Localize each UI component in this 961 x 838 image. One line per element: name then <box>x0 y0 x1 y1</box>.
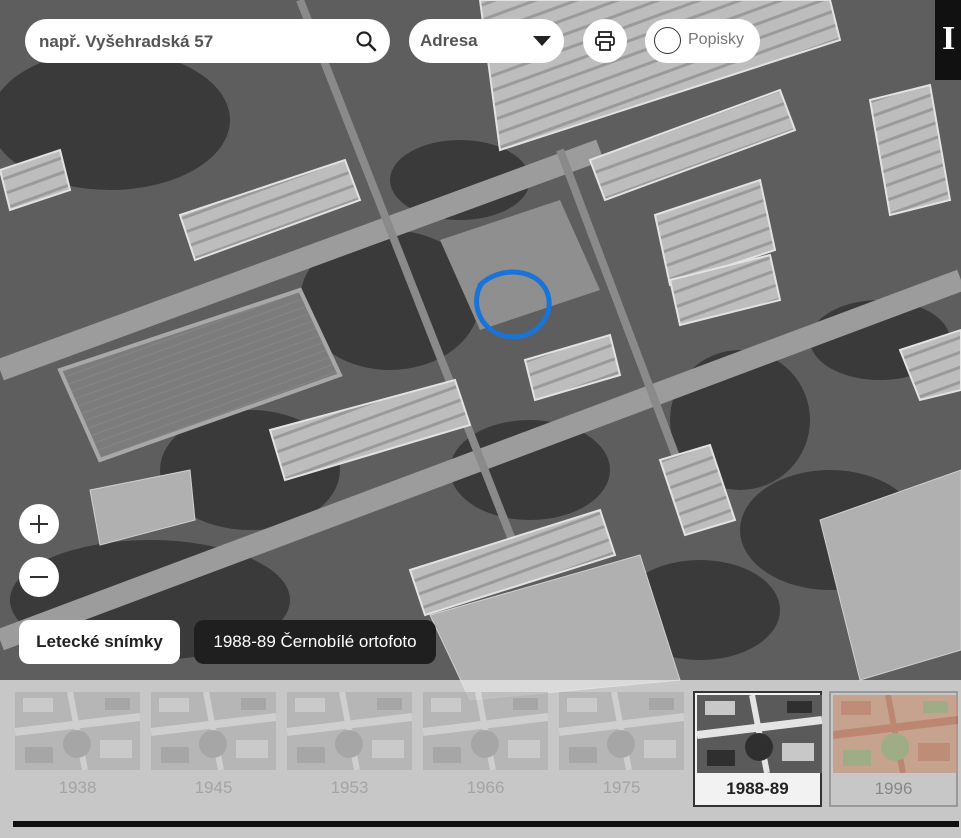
print-button[interactable] <box>583 19 627 63</box>
year-label: 1953 <box>330 778 369 797</box>
current-layer-label: 1988-89 Černobílé ortofoto <box>194 620 436 664</box>
zoom-out-button[interactable] <box>19 557 59 597</box>
year-label: 1938 <box>58 778 97 797</box>
address-search-box[interactable] <box>25 19 390 65</box>
timeline-track[interactable] <box>13 821 959 827</box>
year-label: 1996 <box>874 779 913 798</box>
search-icon[interactable] <box>354 29 378 53</box>
layers-button[interactable]: Letecké snímky <box>19 620 180 664</box>
year-thumbnail <box>833 695 958 773</box>
timeline-year-1975[interactable]: 1975 <box>559 692 684 805</box>
year-thumbnail <box>697 695 822 773</box>
labels-toggle[interactable]: Popisky <box>645 19 760 63</box>
year-thumbnail <box>423 692 548 770</box>
year-thumbnail <box>15 692 140 770</box>
year-label: 1975 <box>602 778 641 797</box>
info-panel-tab[interactable]: I <box>935 0 961 80</box>
year-label: 1945 <box>194 778 233 797</box>
timeline-year-1988-89[interactable]: 1988-89 <box>693 691 822 807</box>
timeline-year-1938[interactable]: 1938 <box>15 692 140 805</box>
year-label: 1966 <box>466 778 505 797</box>
timeline-year-1953[interactable]: 1953 <box>287 692 412 805</box>
minus-icon <box>30 576 48 578</box>
timeline-year-1996[interactable]: 1996 <box>829 691 958 807</box>
zoom-in-button[interactable] <box>19 504 59 544</box>
year-thumbnail <box>151 692 276 770</box>
timeline-bar: 1938 1945 1953 1966 1975 1988-89 1996 <box>0 680 961 838</box>
search-input[interactable] <box>37 19 351 65</box>
search-type-select[interactable]: Adresa <box>409 19 564 63</box>
chevron-down-icon <box>533 36 551 46</box>
toggle-circle-icon[interactable] <box>654 27 681 54</box>
year-thumbnail <box>287 692 412 770</box>
printer-icon <box>595 31 615 51</box>
search-type-value: Adresa <box>420 31 478 50</box>
year-label: 1988-89 <box>726 779 789 798</box>
timeline-year-1945[interactable]: 1945 <box>151 692 276 805</box>
labels-toggle-label: Popisky <box>688 31 745 48</box>
year-thumbnail <box>559 692 684 770</box>
timeline-year-1966[interactable]: 1966 <box>423 692 548 805</box>
info-tab-label: I <box>942 20 956 57</box>
